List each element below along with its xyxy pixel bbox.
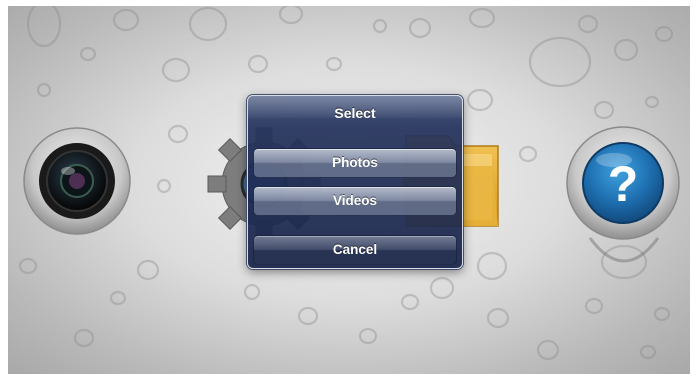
dialog-title: Select (334, 105, 376, 121)
cancel-button[interactable]: Cancel (253, 235, 457, 265)
photos-button[interactable]: Photos (253, 148, 457, 178)
home-screen: ? Select Photos Videos Cancel (8, 6, 690, 374)
camera-icon[interactable] (22, 126, 132, 236)
icon-reflection (588, 237, 660, 263)
question-mark-icon[interactable]: ? (564, 124, 682, 242)
videos-button[interactable]: Videos (253, 186, 457, 216)
select-action-sheet: Select Photos Videos Cancel (247, 95, 463, 269)
